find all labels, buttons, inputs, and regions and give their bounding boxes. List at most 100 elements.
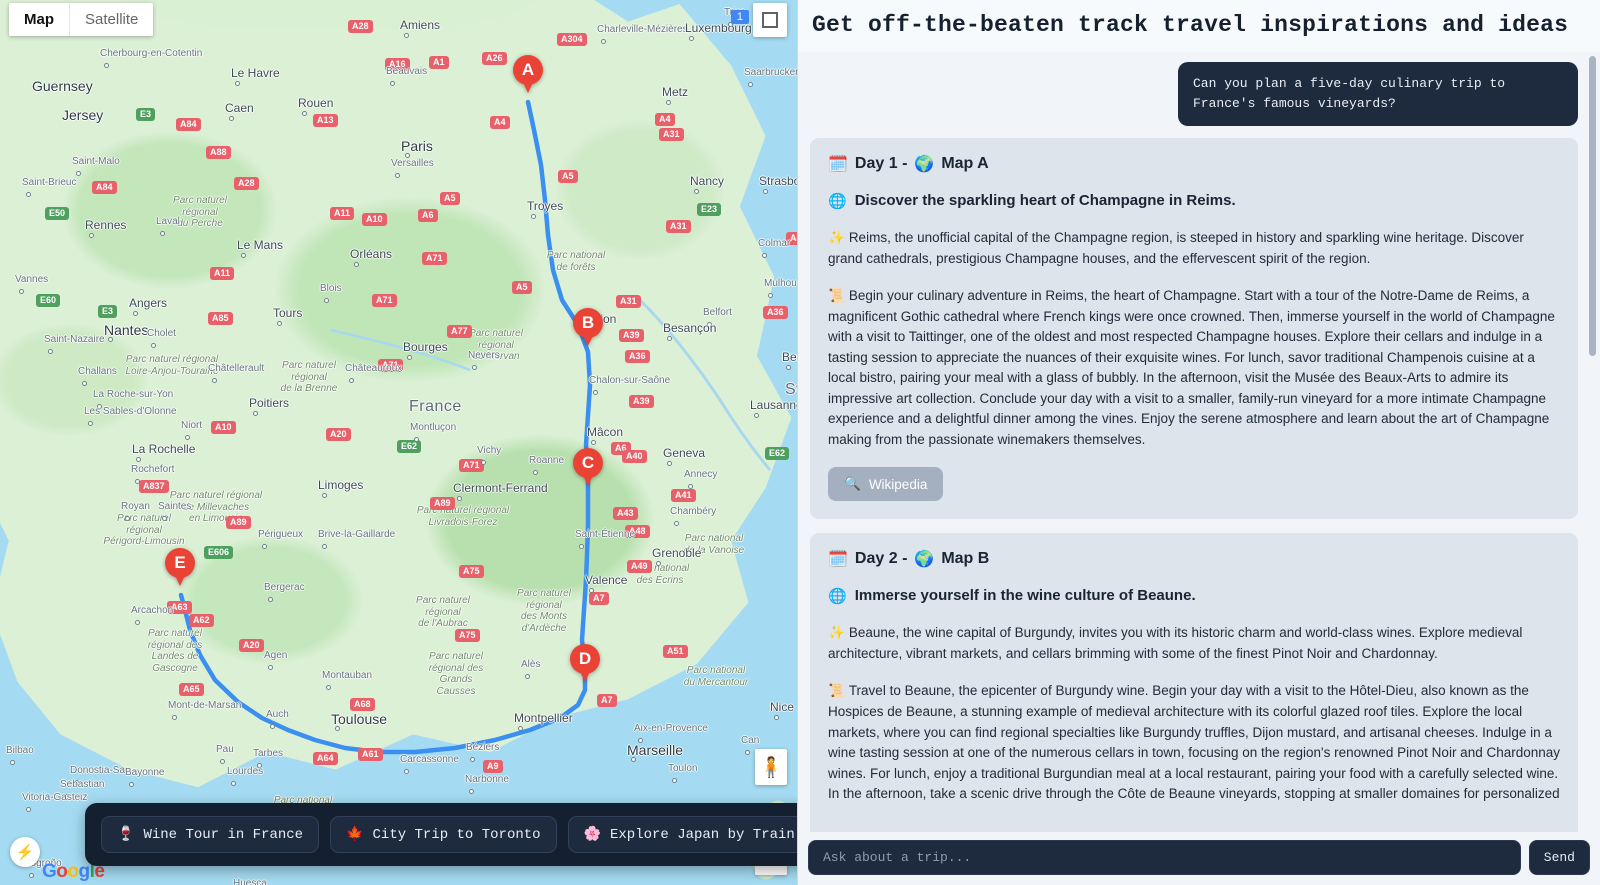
scroll-icon: 📜: [828, 288, 845, 304]
day-card-heading: 🗓️ Day 2 - 🌍 Map B: [828, 549, 1560, 569]
map-road-badge: A39: [629, 395, 654, 408]
chat-message-list[interactable]: Can you plan a five-day culinary trip to…: [798, 52, 1600, 832]
map-city-dot: [748, 82, 753, 87]
map-city-dot: [763, 189, 768, 194]
map-city-dot: [533, 470, 538, 475]
globe-earth-icon: 🌍: [914, 156, 935, 174]
map-road-badge: A84: [176, 118, 201, 131]
map-city-dot: [656, 561, 661, 566]
chip-emoji-icon: 🍷: [117, 827, 135, 843]
day-summary-paragraph: ✨ Beaune, the wine capital of Burgundy, i…: [828, 623, 1560, 664]
chat-scrollbar[interactable]: [1589, 56, 1596, 816]
map-city-dot: [335, 726, 340, 731]
map-city-dot: [349, 378, 354, 383]
map-marker-pin-c[interactable]: C: [573, 448, 603, 488]
suggestion-chip-1[interactable]: 🍁 City Trip to Toronto: [330, 816, 557, 853]
map-city-dot: [754, 413, 759, 418]
map-road-badge: A64: [313, 752, 338, 765]
sparkles-icon: ✨: [828, 625, 845, 641]
wikipedia-button[interactable]: 🔍 Wikipedia: [828, 467, 944, 502]
map-road-badge: A837: [139, 480, 169, 493]
summary-text: Beaune, the wine capital of Burgundy, in…: [828, 625, 1523, 661]
map-type-button-satellite[interactable]: Satellite: [69, 3, 154, 36]
map-city-dot: [151, 343, 156, 348]
map-road-badge: A39: [619, 329, 644, 342]
map-city-dot: [104, 63, 109, 68]
day-label: Day 1 -: [854, 155, 908, 173]
map-city-dot: [525, 674, 530, 679]
map-city-dot: [220, 759, 225, 764]
map-city-dot: [10, 760, 15, 765]
suggestion-chips-dock: 🍷 Wine Tour in France 🍁 City Trip to Toront…: [85, 803, 797, 866]
map-city-dot: [64, 794, 69, 799]
map-city-dot: [689, 36, 694, 41]
fullscreen-icon[interactable]: [753, 3, 787, 37]
pegman-streetview-icon[interactable]: 🧍: [755, 749, 787, 785]
scroll-icon: 📜: [828, 683, 845, 699]
lightning-bolt-icon[interactable]: ⚡: [10, 837, 40, 867]
map-city-dot: [268, 597, 273, 602]
map-pane[interactable]: Parc naturel régional du Perche Parc nation…: [0, 0, 797, 885]
map-type-switch[interactable]: Map Satellite: [9, 3, 154, 36]
map-marker-pin-e[interactable]: E: [165, 548, 195, 588]
pin-letter: B: [581, 312, 595, 332]
map-city-dot: [162, 516, 167, 521]
map-road-badge: A49: [627, 560, 652, 573]
map-city-dot: [48, 349, 53, 354]
map-city-dot: [768, 293, 773, 298]
map-city-dot: [26, 807, 31, 812]
map-type-button-map[interactable]: Map: [9, 3, 69, 36]
map-marker-pin-b[interactable]: B: [573, 308, 603, 348]
map-city-dot: [672, 778, 677, 783]
map-marker-pin-d[interactable]: D: [570, 644, 600, 684]
map-road-badge: E62: [397, 440, 422, 453]
map-marker-pin-a[interactable]: A: [513, 55, 543, 95]
map-city-dot: [212, 378, 217, 383]
map-city-dot: [26, 192, 31, 197]
map-city-dot: [631, 757, 636, 762]
map-city-dot: [253, 411, 258, 416]
map-city-dot: [322, 544, 327, 549]
map-city-dot: [390, 81, 395, 86]
map-city-dot: [231, 781, 236, 786]
map-road-badge: A71: [422, 252, 447, 265]
map-city-dot: [268, 665, 273, 670]
app-root: Parc naturel régional du Perche Parc nation…: [0, 0, 1600, 885]
map-road-badge: A31: [659, 128, 684, 141]
map-city-dot: [19, 289, 24, 294]
summary-text: Reims, the unofficial capital of the Cha…: [828, 230, 1524, 266]
map-road-badge: A41: [671, 489, 696, 502]
suggestion-chip-0[interactable]: 🍷 Wine Tour in France: [101, 816, 320, 853]
map-city-dot: [601, 39, 606, 44]
suggestion-chip-2[interactable]: 🌸 Explore Japan by Train: [567, 816, 797, 853]
calendar-icon: 🗓️: [828, 156, 848, 174]
map-road-badge: A51: [663, 645, 688, 658]
user-message-bubble: Can you plan a five-day culinary trip to…: [1178, 62, 1578, 127]
map-city-dot: [407, 355, 412, 360]
map-road-badge: A4: [655, 113, 675, 126]
map-road-badge: A16: [385, 58, 410, 71]
map-city-dot: [82, 381, 87, 386]
map-city-dot: [76, 171, 81, 176]
user-message-row: Can you plan a five-day culinary trip to…: [810, 52, 1578, 138]
route-count-badge: 1: [730, 10, 749, 24]
map-city-dot: [591, 440, 596, 445]
map-city-dot: [241, 253, 246, 258]
chat-input[interactable]: [808, 840, 1521, 875]
detail-text: Travel to Beaune, the epicenter of Burgu…: [828, 683, 1561, 802]
map-road-badge: A77: [447, 325, 472, 338]
map-city-dot: [666, 100, 671, 105]
map-road-badge: A7: [589, 592, 609, 605]
map-road-badge: A28: [234, 177, 259, 190]
map-city-dot: [135, 620, 140, 625]
map-city-dot: [89, 233, 94, 238]
send-button[interactable]: Send: [1528, 840, 1590, 875]
map-road-badge: A31: [616, 295, 641, 308]
map-city-dot: [302, 111, 307, 116]
map-canvas[interactable]: Parc naturel régional du Perche Parc nation…: [0, 0, 797, 885]
map-city-dot: [579, 544, 584, 549]
map-city-dot: [277, 321, 282, 326]
sparkles-icon: ✨: [828, 230, 845, 246]
map-city-dot: [470, 757, 475, 762]
chat-scrollbar-thumb[interactable]: [1589, 56, 1596, 356]
